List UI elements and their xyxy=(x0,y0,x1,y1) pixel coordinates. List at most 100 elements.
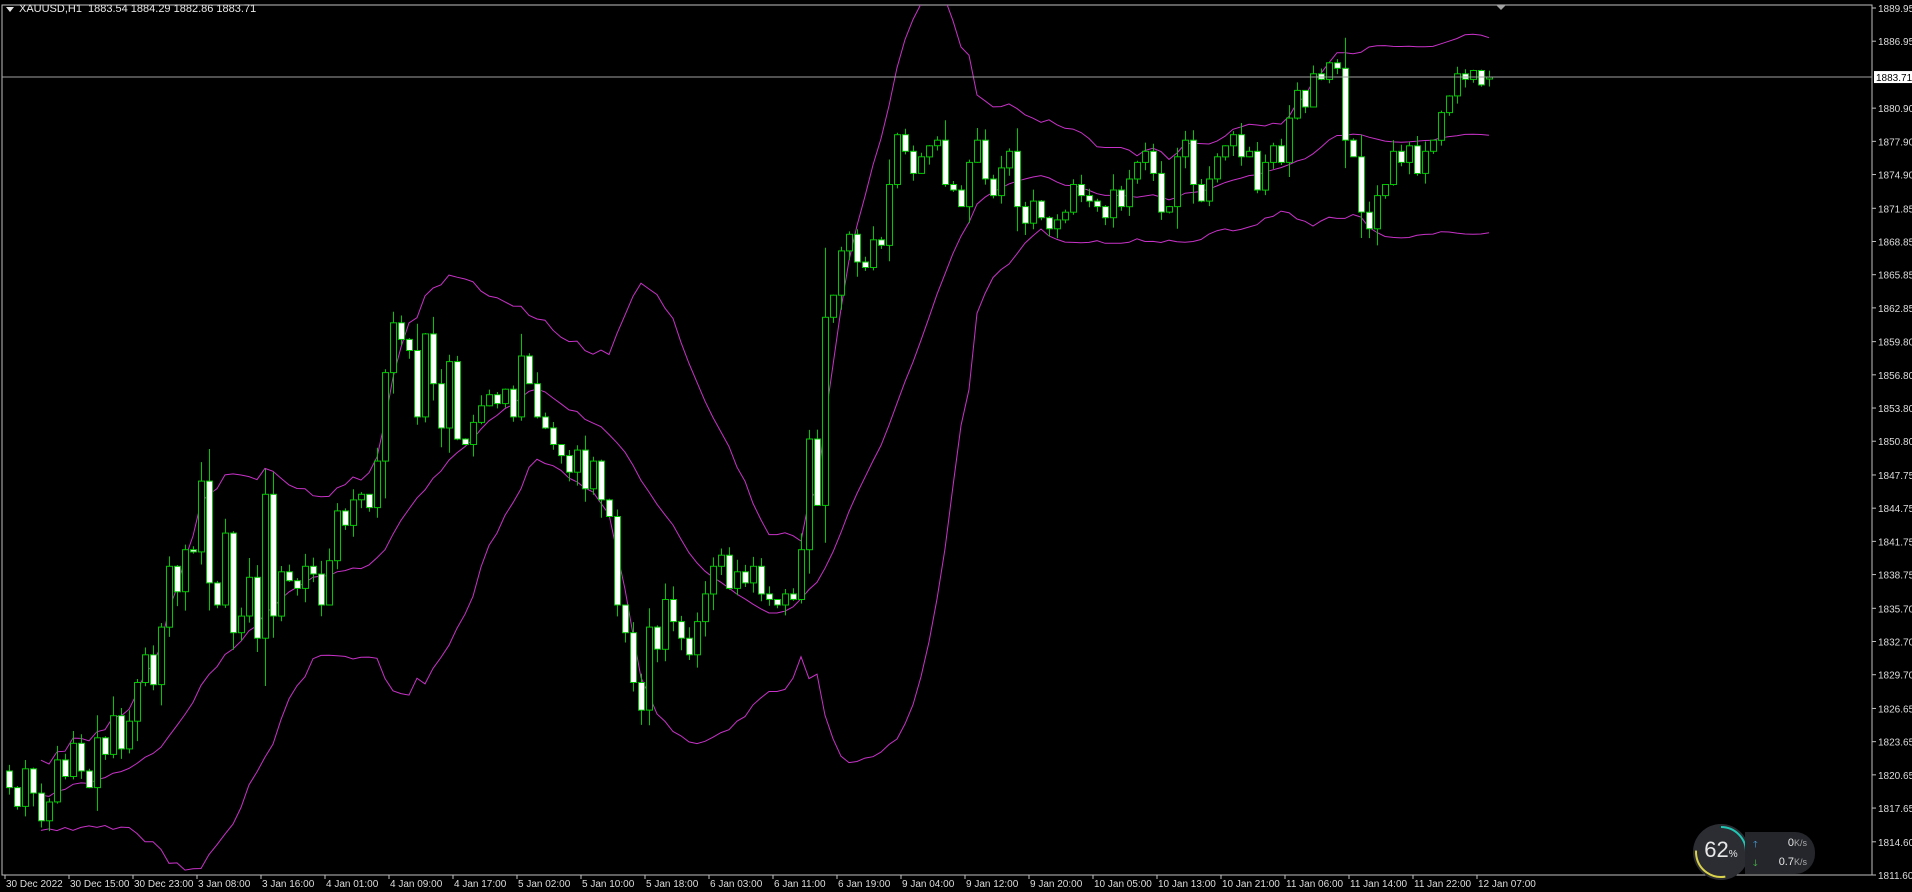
candle-bearish xyxy=(614,509,621,617)
candle-bearish xyxy=(686,627,693,660)
candle-bearish xyxy=(30,767,37,807)
y-tick-label: 1820.65 xyxy=(1878,771,1912,782)
y-tick-label: 1823.65 xyxy=(1878,738,1912,749)
candle-bearish xyxy=(430,316,437,401)
candle-bearish xyxy=(62,753,69,780)
candle-bearish xyxy=(902,128,909,155)
candle-bullish xyxy=(334,503,341,570)
candle-bullish xyxy=(646,608,653,726)
candle-bearish xyxy=(174,565,181,607)
candle-bullish xyxy=(1006,148,1013,176)
candle-bullish xyxy=(1222,145,1229,161)
candle-bullish xyxy=(1390,140,1397,186)
upload-row: 🡑 0K/s xyxy=(1753,837,1807,853)
candle-bullish xyxy=(934,136,941,151)
candle-bullish xyxy=(974,128,981,163)
candle-bearish xyxy=(1038,200,1045,221)
candle-bearish xyxy=(814,429,821,506)
candle-bearish xyxy=(254,565,261,652)
candle-bearish xyxy=(542,412,549,430)
candle-bullish xyxy=(350,489,357,537)
candle-bearish xyxy=(638,673,645,725)
candle-bullish xyxy=(46,798,53,832)
candle-bearish xyxy=(118,708,125,759)
network-speed-widget[interactable]: 62% 🡑 0K/s 🡓 0.7K/s xyxy=(1693,824,1815,882)
x-tick-label: 3 Jan 16:00 xyxy=(262,879,315,890)
x-tick-label: 5 Jan 18:00 xyxy=(646,879,699,890)
candle-bullish xyxy=(710,557,717,611)
candle-bullish xyxy=(22,760,29,817)
candle-bearish xyxy=(38,783,45,828)
candle-bearish xyxy=(270,472,277,638)
candle-bullish xyxy=(1246,146,1253,158)
candle-bearish xyxy=(342,508,349,530)
candle-bullish xyxy=(382,369,389,499)
candle-bearish xyxy=(1278,138,1285,165)
candle-bullish xyxy=(326,548,333,606)
candle-bullish xyxy=(1406,142,1413,175)
y-tick-label: 1811.60 xyxy=(1878,871,1912,882)
dropdown-triangle-icon[interactable] xyxy=(6,6,14,12)
upload-arrow-icon: 🡑 xyxy=(1753,839,1758,849)
x-tick-label: 12 Jan 07:00 xyxy=(1478,879,1536,890)
candle-bullish xyxy=(1438,110,1445,146)
candle-bearish xyxy=(630,622,637,692)
candle-bullish xyxy=(1182,130,1189,169)
candle-bullish xyxy=(158,623,165,706)
candle-bullish xyxy=(110,696,117,759)
candle-bullish xyxy=(702,581,709,637)
x-tick-label: 5 Jan 10:00 xyxy=(582,879,635,890)
x-tick-label: 30 Dec 23:00 xyxy=(134,879,194,890)
candle-bullish xyxy=(1382,184,1389,199)
candle-bearish xyxy=(854,229,861,277)
candle-bearish xyxy=(862,256,869,271)
candle-bearish xyxy=(1342,37,1349,169)
chart-frame xyxy=(1,4,1873,876)
candle-bearish xyxy=(14,786,21,810)
price-chart[interactable]: 1889.95 1886.95 1880.90 1877.90 1874.90 1871.… xyxy=(0,0,1912,892)
candle-bearish xyxy=(1118,185,1125,211)
candle-bearish xyxy=(910,145,917,181)
candle-bearish xyxy=(534,372,541,419)
y-tick-label: 1814.60 xyxy=(1878,838,1912,849)
candle-bearish xyxy=(6,764,13,795)
candle-bullish xyxy=(1062,209,1069,224)
candle-bullish xyxy=(1422,141,1429,184)
candle-bullish xyxy=(166,556,173,637)
candle-bearish xyxy=(742,564,749,587)
current-price-label: 1883.71 xyxy=(1876,73,1912,84)
candle-bearish xyxy=(1102,205,1109,226)
candle-bullish xyxy=(1030,189,1037,230)
download-arrow-icon: 🡓 xyxy=(1753,858,1758,868)
candle-bullish xyxy=(718,548,725,575)
candle-bullish xyxy=(470,414,477,457)
y-tick-label: 1835.70 xyxy=(1878,604,1912,615)
candle-bullish xyxy=(278,566,285,622)
x-tick-label: 9 Jan 04:00 xyxy=(902,879,955,890)
candle-bearish xyxy=(726,547,733,590)
candle-bullish xyxy=(662,583,669,662)
candle-bullish xyxy=(238,607,245,641)
y-tick-label: 1841.75 xyxy=(1878,537,1912,548)
candle-bearish xyxy=(150,645,157,691)
candle-bullish xyxy=(1214,153,1221,183)
candle-bullish xyxy=(358,492,365,509)
candle-bearish xyxy=(558,444,565,464)
x-tick-label: 11 Jan 22:00 xyxy=(1414,879,1472,890)
candle-bearish xyxy=(206,449,213,611)
y-tick-label: 1880.90 xyxy=(1878,104,1912,115)
candle-bearish xyxy=(78,734,85,779)
candle-bullish xyxy=(1326,61,1333,84)
x-tick-label: 10 Jan 21:00 xyxy=(1222,879,1280,890)
candle-bearish xyxy=(86,768,93,789)
candle-bearish xyxy=(462,438,469,445)
candle-bearish xyxy=(790,588,797,601)
candle-bullish xyxy=(1470,69,1477,83)
candle-bullish xyxy=(1054,214,1061,239)
candle-bullish xyxy=(1206,166,1213,207)
y-tick-label: 1832.70 xyxy=(1878,638,1912,649)
candle-bullish xyxy=(134,679,141,742)
candle-bullish xyxy=(918,152,925,174)
y-tick-label: 1862.85 xyxy=(1878,304,1912,315)
candle-bullish xyxy=(998,155,1005,204)
